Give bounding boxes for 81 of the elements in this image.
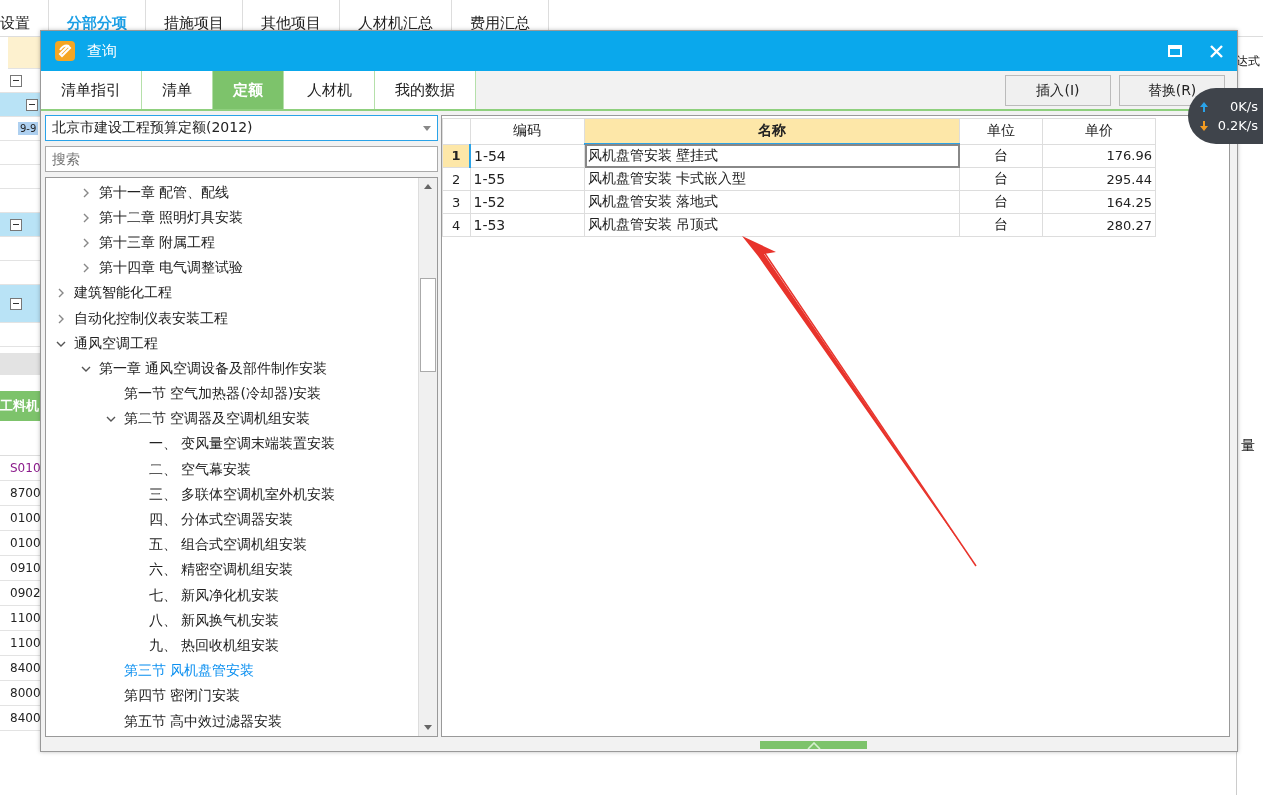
maximize-icon[interactable]	[1168, 45, 1182, 57]
collapse-icon[interactable]	[10, 74, 22, 87]
tab[interactable]: 清单	[142, 71, 213, 109]
app-icon	[55, 41, 75, 61]
dropdown-icon	[423, 125, 431, 131]
chevron-right-icon[interactable]	[81, 263, 91, 274]
tree-item[interactable]: 一、 变风量空调末端装置安装	[149, 435, 336, 454]
tree-item[interactable]: 第一节 空气加热器(冷却器)安装	[124, 385, 322, 404]
expand-handle[interactable]	[760, 741, 867, 749]
tree-item[interactable]: 六、 精密空调机组安装	[149, 561, 294, 580]
table-cell: 1-52	[470, 190, 585, 214]
table-cell: 风机盘管安装 壁挂式	[584, 144, 960, 168]
collapse-icon[interactable]	[10, 297, 22, 310]
tree-item[interactable]: 二、 空气幕安装	[149, 460, 252, 479]
tree-item[interactable]: 第五节 高中效过滤器安装	[124, 712, 283, 731]
scrollbar[interactable]	[418, 178, 437, 736]
chevron-right-icon[interactable]	[81, 237, 91, 248]
action-button[interactable]: 插入(I)	[1005, 75, 1111, 106]
tree-item[interactable]: 第十三章 附属工程	[99, 233, 216, 252]
chevron-right-icon[interactable]	[81, 212, 91, 223]
scroll-down-icon[interactable]	[423, 724, 433, 732]
column-header: 量	[1241, 437, 1255, 455]
window-title: 查询	[87, 41, 117, 61]
table-cell: 1-53	[470, 213, 585, 237]
tree-item[interactable]: 九、 热回收机组安装	[149, 636, 280, 655]
tree-item[interactable]: 三、 多联体空调机室外机安装	[149, 485, 336, 504]
column-header[interactable]: 编码	[470, 118, 585, 144]
tab[interactable]: 我的数据	[375, 71, 476, 109]
tree-item[interactable]: 四、 分体式空调器安装	[149, 511, 294, 530]
tree-item[interactable]: 七、 新风净化机安装	[149, 586, 280, 605]
table-cell: 1-54	[470, 144, 585, 168]
download-speed: 0.2K/s	[1217, 118, 1258, 133]
table-cell: 295.44	[1042, 167, 1156, 191]
column-header[interactable]: 名称	[584, 118, 960, 144]
table-cell: 风机盘管安装 卡式嵌入型	[584, 167, 960, 191]
download-icon	[1200, 120, 1208, 131]
collapse-icon[interactable]	[10, 218, 22, 231]
tree-item[interactable]: 八、 新风换气机安装	[149, 611, 280, 630]
table-cell: 台	[959, 213, 1043, 237]
column-header: 达式	[1236, 53, 1260, 70]
table-cell: 台	[959, 144, 1043, 168]
table-cell: 台	[959, 167, 1043, 191]
column-header[interactable]: 单位	[959, 118, 1043, 144]
table-cell: 164.25	[1042, 190, 1156, 214]
row-number: 4	[442, 213, 470, 237]
tree-item[interactable]: 第十一章 配管、配线	[99, 183, 230, 202]
tree-item[interactable]: 第十二章 照明灯具安装	[99, 208, 244, 227]
upload-speed: 0K/s	[1230, 99, 1258, 114]
row-number: 3	[442, 190, 470, 214]
chevron-right-icon[interactable]	[81, 187, 91, 198]
table-cell: 风机盘管安装 落地式	[584, 190, 960, 214]
table-cell: 280.27	[1042, 213, 1156, 237]
row-number: 2	[442, 167, 470, 191]
tree-item[interactable]: 第二节 空调器及空调机组安装	[124, 410, 311, 429]
library-select[interactable]: 北京市建设工程预算定额(2012)	[45, 115, 438, 141]
table-cell: 1-55	[470, 167, 585, 191]
chevron-right-icon[interactable]	[56, 288, 66, 299]
tree-item[interactable]: 建筑智能化工程	[74, 284, 172, 303]
search-field[interactable]: 搜索	[45, 146, 438, 172]
tree-item[interactable]: 自动化控制仪表安装工程	[74, 309, 228, 328]
tab[interactable]: 人材机	[284, 71, 375, 109]
upload-icon	[1200, 101, 1208, 112]
chevron-right-icon[interactable]	[56, 313, 66, 324]
tree-item[interactable]: 第十四章 电气调整试验	[99, 259, 244, 278]
tree-item[interactable]: 第一章 通风空调设备及部件制作安装	[99, 359, 328, 378]
table-cell: 风机盘管安装 吊顶式	[584, 213, 960, 237]
collapse-icon[interactable]	[26, 98, 38, 111]
tree-item[interactable]: 通风空调工程	[74, 334, 158, 353]
table-cell: 176.96	[1042, 144, 1156, 168]
tree-item[interactable]: 第三节 风机盘管安装	[124, 662, 255, 681]
tree-item[interactable]: 五、 组合式空调机组安装	[149, 536, 308, 555]
tree-item[interactable]: 第四节 密闭门安装	[124, 687, 241, 706]
panel-title: 工料机	[0, 397, 39, 415]
column-header[interactable]: 单价	[1042, 118, 1156, 144]
table-cell: 台	[959, 190, 1043, 214]
row-number: 1	[442, 144, 470, 168]
grid-cell: 9-9	[18, 122, 39, 135]
close-icon[interactable]	[1210, 44, 1223, 58]
scroll-thumb[interactable]	[420, 278, 436, 372]
scroll-up-icon[interactable]	[423, 182, 433, 190]
tab[interactable]: 清单指引	[41, 71, 142, 109]
